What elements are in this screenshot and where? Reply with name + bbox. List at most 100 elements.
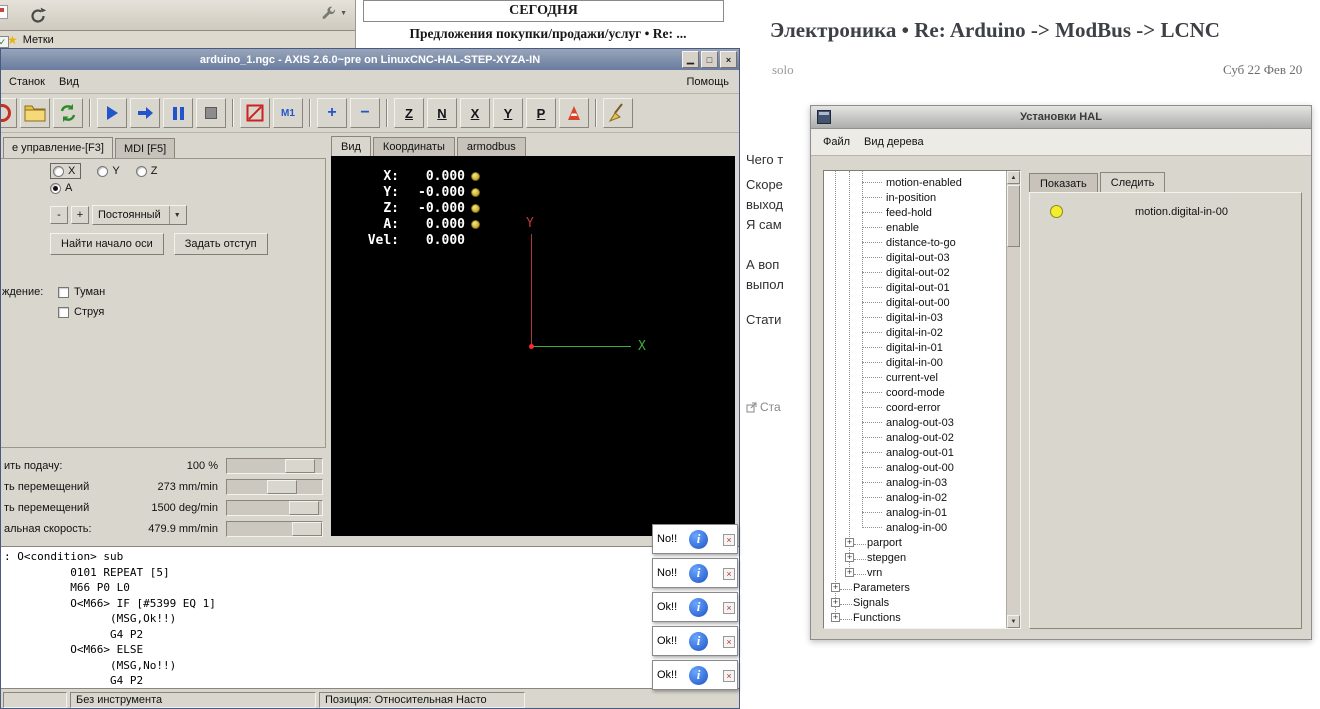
view-button[interactable]: Y: [493, 98, 523, 128]
optional-stop-toggle[interactable]: M1: [273, 98, 303, 128]
axis-radio-selected[interactable]: A: [50, 182, 72, 194]
menu-item[interactable]: Вид дерева: [864, 136, 924, 148]
close-icon[interactable]: ×: [723, 602, 735, 614]
gcode-line[interactable]: : O<condition> sub: [4, 549, 739, 565]
gcode-listing[interactable]: : O<condition> sub 0101 REPEAT [5] M66 P…: [1, 546, 739, 689]
tree-root-item[interactable]: + Signals: [824, 595, 1008, 610]
tree-pin-item[interactable]: coord-mode: [824, 385, 1008, 400]
jog-minus-button[interactable]: -: [50, 206, 68, 224]
view-button[interactable]: N: [427, 98, 457, 128]
power-button[interactable]: [1, 98, 17, 128]
forum-link-fragment[interactable]: Ста: [746, 400, 781, 414]
tree-pin-item[interactable]: digital-out-02: [824, 265, 1008, 280]
tree-branch-item[interactable]: + stepgen: [824, 550, 1008, 565]
slider-track[interactable]: [226, 479, 323, 495]
jog-mode-dropdown[interactable]: Постоянный ▼: [92, 205, 187, 225]
axis-radio[interactable]: Y: [97, 163, 120, 179]
close-icon[interactable]: ×: [723, 636, 735, 648]
minimize-button[interactable]: ▁: [682, 51, 699, 68]
expand-plus-icon[interactable]: +: [831, 613, 840, 622]
pause-button[interactable]: [163, 98, 193, 128]
tree-pin-item[interactable]: analog-in-01: [824, 505, 1008, 520]
gcode-line[interactable]: (MSG,Ok!!): [4, 611, 739, 627]
tree-pin-item[interactable]: coord-error: [824, 400, 1008, 415]
step-button[interactable]: [130, 98, 160, 128]
tree-pin-item[interactable]: feed-hold: [824, 205, 1008, 220]
menu-item[interactable]: Станок: [9, 76, 45, 88]
tree-pin-item[interactable]: digital-in-00: [824, 355, 1008, 370]
skip-lines-toggle[interactable]: [240, 98, 270, 128]
expand-plus-icon[interactable]: +: [831, 583, 840, 592]
preview-tab[interactable]: armodbus: [456, 137, 526, 156]
wrench-menu-button[interactable]: ▼: [321, 5, 347, 21]
tree-pin-item[interactable]: digital-in-02: [824, 325, 1008, 340]
gcode-line[interactable]: M66 P0 L0: [4, 580, 739, 596]
coolant-checkbox[interactable]: Струя: [58, 302, 105, 322]
tree-pin-item[interactable]: distance-to-go: [824, 235, 1008, 250]
view-button[interactable]: Z: [394, 98, 424, 128]
slider-handle[interactable]: [289, 501, 319, 515]
tree-scrollbar[interactable]: ▲ ▼: [1006, 171, 1020, 628]
gcode-line[interactable]: G4 P2: [4, 627, 739, 643]
preview-tab[interactable]: Вид: [331, 136, 371, 156]
hal-tab[interactable]: Следить: [1099, 172, 1166, 193]
tree-root-item[interactable]: + Parameters: [824, 580, 1008, 595]
coolant-checkbox[interactable]: Туман: [58, 282, 105, 302]
tree-pin-item[interactable]: current-vel: [824, 370, 1008, 385]
slider-handle[interactable]: [267, 480, 297, 494]
view-button[interactable]: P: [526, 98, 556, 128]
tree-pin-item[interactable]: digital-out-03: [824, 250, 1008, 265]
post-author[interactable]: solo: [772, 62, 794, 78]
preview-tab[interactable]: Координаты: [372, 137, 455, 156]
zoom-in-button[interactable]: +: [317, 98, 347, 128]
slider-track[interactable]: [226, 521, 323, 537]
tree-pin-item[interactable]: digital-in-01: [824, 340, 1008, 355]
axis-titlebar[interactable]: arduino_1.ngc - AXIS 2.6.0~pre on LinuxC…: [1, 49, 739, 70]
expand-plus-icon[interactable]: +: [845, 538, 854, 547]
run-button[interactable]: [97, 98, 127, 128]
stop-button[interactable]: [196, 98, 226, 128]
reload-icon[interactable]: [26, 4, 50, 28]
close-icon[interactable]: ×: [723, 568, 735, 580]
expand-plus-icon[interactable]: +: [845, 553, 854, 562]
hal-titlebar[interactable]: Установки HAL: [811, 106, 1311, 129]
slider-handle[interactable]: [292, 522, 322, 536]
bookmarks-label[interactable]: Метки: [23, 34, 54, 46]
view-button[interactable]: X: [460, 98, 490, 128]
tree-pin-item[interactable]: enable: [824, 220, 1008, 235]
tree-pin-item[interactable]: in-position: [824, 190, 1008, 205]
axis-radio[interactable]: Z: [135, 163, 157, 179]
axis-radio[interactable]: X: [50, 163, 82, 179]
gcode-line[interactable]: (MSG,No!!): [4, 658, 739, 674]
tree-root-item[interactable]: + Functions: [824, 610, 1008, 625]
set-offset-button[interactable]: Задать отступ: [173, 233, 268, 255]
slider-track[interactable]: [226, 458, 323, 474]
tree-pin-item[interactable]: motion-enabled: [824, 175, 1008, 190]
rotate-view-button[interactable]: [559, 98, 589, 128]
gcode-line[interactable]: 0101 REPEAT [5]: [4, 565, 739, 581]
notebook-tab[interactable]: е управление-[F3]: [3, 137, 113, 158]
today-headline-link[interactable]: Предложения покупки/продажи/услуг • Re: …: [356, 26, 740, 42]
notebook-tab[interactable]: MDI [F5]: [114, 138, 176, 158]
open-file-button[interactable]: [20, 98, 50, 128]
close-icon[interactable]: ×: [723, 670, 735, 682]
menu-item[interactable]: Вид: [59, 76, 79, 88]
tree-branch-item[interactable]: + parport: [824, 535, 1008, 550]
gcode-line[interactable]: G4 P2: [4, 673, 739, 688]
tree-pin-item[interactable]: analog-in-00: [824, 520, 1008, 535]
tree-pin-item[interactable]: digital-in-03: [824, 310, 1008, 325]
close-button[interactable]: ×: [720, 51, 737, 68]
tree-pin-item[interactable]: analog-out-00: [824, 460, 1008, 475]
tree-pin-item[interactable]: analog-out-01: [824, 445, 1008, 460]
preview-canvas[interactable]: X: 0.000 Y: -0.000 Z: -0.000 A: 0.000 Ve: [331, 156, 735, 536]
tree-pin-item[interactable]: analog-out-03: [824, 415, 1008, 430]
expand-plus-icon[interactable]: +: [831, 598, 840, 607]
slider-handle[interactable]: [285, 459, 315, 473]
tree-pin-item[interactable]: digital-out-01: [824, 280, 1008, 295]
scroll-down-icon[interactable]: ▼: [1007, 615, 1020, 628]
maximize-button[interactable]: □: [701, 51, 718, 68]
jog-plus-button[interactable]: +: [71, 206, 89, 224]
slider-track[interactable]: [226, 500, 323, 516]
menu-item[interactable]: Файл: [823, 136, 850, 148]
menu-help[interactable]: Помощь: [687, 76, 730, 88]
